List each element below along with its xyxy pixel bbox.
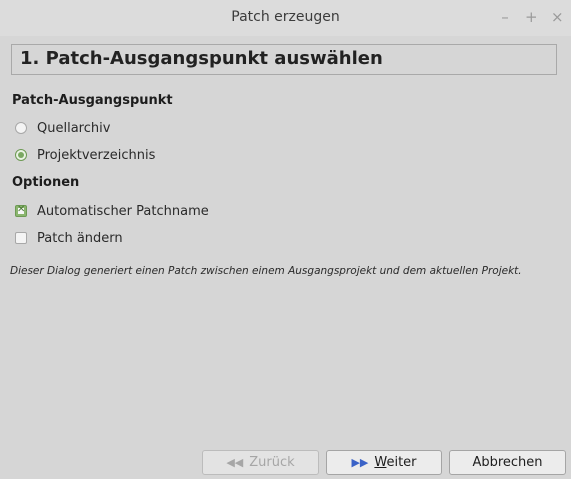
page-header: 1. Patch-Ausgangspunkt auswählen	[11, 44, 557, 75]
options-section-heading: Optionen	[12, 175, 80, 190]
minimize-button[interactable]: –	[499, 8, 511, 26]
cancel-button[interactable]: Abbrechen	[449, 450, 566, 475]
dialog-description: Dieser Dialog generiert einen Patch zwis…	[10, 265, 522, 277]
next-button-label-rest: eiter	[386, 455, 417, 470]
radio-button-icon[interactable]	[15, 122, 27, 134]
next-button-mnemonic: W	[374, 455, 387, 470]
cancel-button-label: Abbrechen	[472, 455, 543, 470]
checkbox-automatic-patchname[interactable]: Automatischer Patchname	[15, 202, 209, 220]
checkbox-label-patch-aendern: Patch ändern	[37, 230, 123, 246]
maximize-button[interactable]: +	[525, 8, 538, 26]
window-controls: – + ×	[499, 8, 563, 26]
checkbox-label-automatic-patchname: Automatischer Patchname	[37, 203, 209, 219]
window-title: Patch erzeugen	[231, 9, 340, 25]
next-button[interactable]: ▶▶ Weiter	[326, 450, 442, 475]
radio-quellarchiv[interactable]: Quellarchiv	[15, 119, 110, 137]
title-bar[interactable]: Patch erzeugen – + ×	[0, 0, 571, 36]
checkbox-icon[interactable]	[15, 232, 27, 244]
close-button[interactable]: ×	[551, 8, 564, 26]
checkbox-patch-aendern[interactable]: Patch ändern	[15, 229, 123, 247]
radio-button-checked-icon[interactable]	[15, 149, 27, 161]
page-title: 1. Patch-Ausgangspunkt auswählen	[20, 48, 383, 69]
back-button[interactable]: ◀◀ Zurück	[202, 450, 319, 475]
radio-projektverzeichnis[interactable]: Projektverzeichnis	[15, 146, 155, 164]
back-button-label: Zurück	[249, 455, 295, 470]
checkbox-checked-icon[interactable]	[15, 204, 27, 217]
double-left-arrow-icon: ◀◀	[226, 456, 244, 469]
patch-dialog-window: Patch erzeugen – + × 1. Patch-Ausgangspu…	[0, 0, 571, 479]
double-right-arrow-icon: ▶▶	[351, 456, 369, 469]
radio-label-quellarchiv: Quellarchiv	[37, 120, 111, 136]
source-section-heading: Patch-Ausgangspunkt	[12, 93, 173, 108]
next-button-label: Weiter	[374, 455, 416, 470]
radio-label-projektverzeichnis: Projektverzeichnis	[37, 147, 156, 163]
